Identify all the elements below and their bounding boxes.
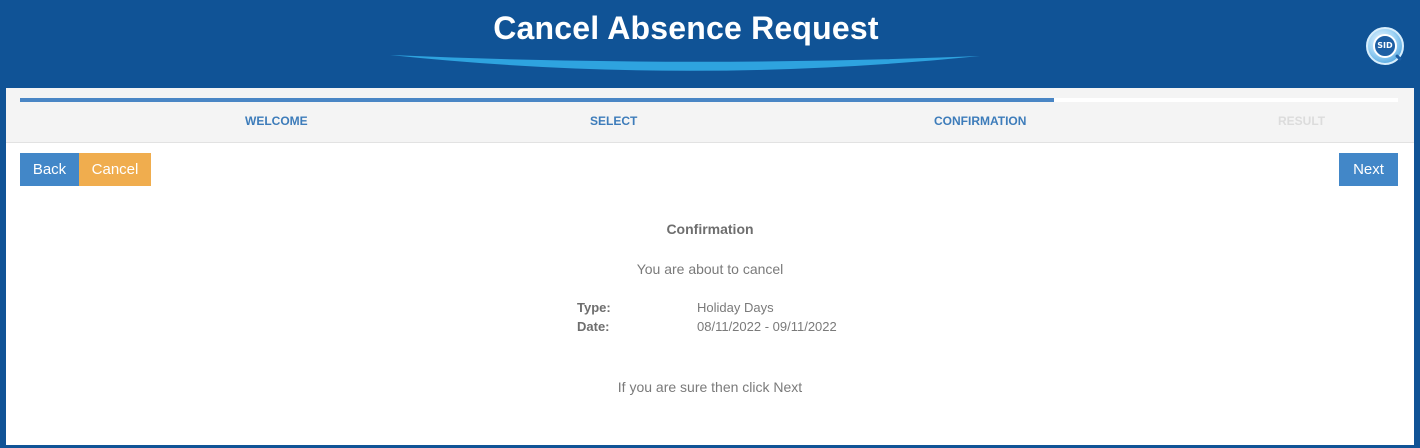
progress-bar <box>20 98 1398 102</box>
step-confirmation: CONFIRMATION <box>934 114 1027 128</box>
back-button[interactable]: Back <box>20 153 79 186</box>
magnifier-handle <box>1394 53 1403 62</box>
step-select: SELECT <box>590 114 638 128</box>
title-swoosh-decoration <box>390 55 980 71</box>
cancel-button[interactable]: Cancel <box>79 153 151 186</box>
type-value: Holiday Days <box>697 300 774 315</box>
content-panel: WELCOME SELECT CONFIRMATION RESULT Back … <box>6 88 1414 445</box>
page-header: Cancel Absence Request SID <box>0 0 1420 88</box>
type-label: Type: <box>577 300 611 315</box>
confirmation-heading: Confirmation <box>666 221 754 237</box>
date-value: 08/11/2022 - 09/11/2022 <box>697 319 837 334</box>
sid-logo-icon[interactable]: SID <box>1366 27 1404 65</box>
confirmation-footer: If you are sure then click Next <box>617 379 803 395</box>
app-window: Cancel Absence Request SID WELCOME SELEC… <box>0 0 1420 448</box>
progress-bar-fill <box>20 98 1054 102</box>
wizard-steps: WELCOME SELECT CONFIRMATION RESULT <box>6 88 1414 143</box>
next-button[interactable]: Next <box>1339 153 1398 186</box>
step-welcome: WELCOME <box>245 114 308 128</box>
confirmation-intro: You are about to cancel <box>636 261 784 277</box>
logo-text: SID <box>1373 34 1397 58</box>
page-title: Cancel Absence Request <box>493 10 879 46</box>
step-result: RESULT <box>1278 114 1326 128</box>
date-label: Date: <box>577 319 610 334</box>
